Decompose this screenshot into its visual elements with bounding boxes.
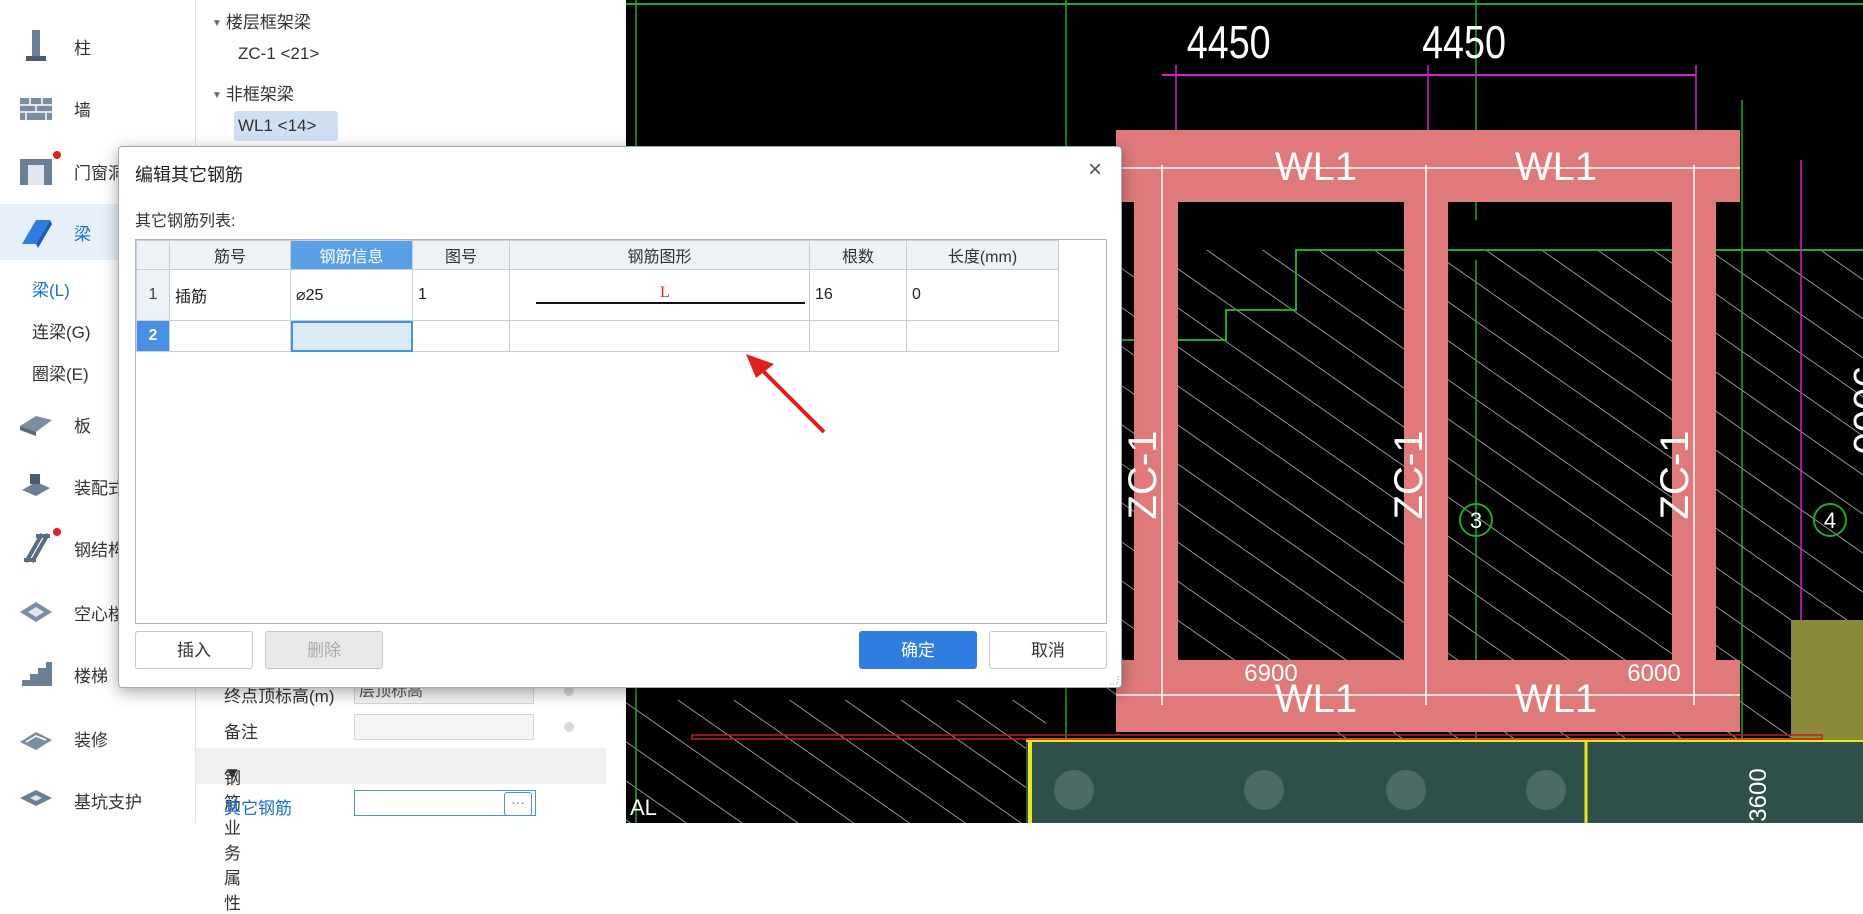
col-header-tuhao[interactable]: 图号: [412, 240, 510, 270]
cell-shape[interactable]: [509, 320, 810, 352]
table-row[interactable]: 2: [136, 320, 1059, 352]
sidebar-item-decoration[interactable]: 装修: [0, 710, 195, 766]
rebar-shape-line: [536, 302, 805, 304]
col-header-shape[interactable]: 钢筋图形: [509, 240, 810, 270]
sidebar-item-column[interactable]: 柱: [0, 18, 195, 74]
beam-icon: [22, 220, 52, 248]
axis-bubble-4: 4: [1824, 508, 1836, 533]
expand-triangle-icon[interactable]: ▼: [212, 18, 222, 29]
dim-bot-2: 6000: [1627, 660, 1680, 687]
rebar-grid: 筋号 钢筋信息 图号 钢筋图形 根数 长度(mm) 1 插筋 ⌀25 1 L 1…: [135, 239, 1107, 624]
table-row[interactable]: 1 插筋 ⌀25 1 L 16 0: [136, 269, 1059, 321]
axis-label-al: AL: [630, 795, 657, 820]
wall-icon: [20, 98, 52, 120]
col-header-jinhao[interactable]: 筋号: [169, 240, 291, 270]
prop-row-note: 备注: [196, 710, 606, 746]
row-number: 1: [136, 269, 170, 321]
axis-bubble-3: 3: [1470, 508, 1482, 533]
foundation-pit-icon: [20, 790, 52, 806]
decoration-icon: [20, 732, 52, 750]
sidebar-subitem-beam-l[interactable]: 梁(L): [32, 276, 70, 301]
slab-icon: [20, 416, 52, 436]
close-icon[interactable]: ×: [1083, 158, 1107, 183]
prefab-icon: [22, 474, 50, 496]
edit-other-rebar-dialog: 编辑其它钢筋 × 其它钢筋列表: 筋号 钢筋信息 图号 钢筋图形 根数 长度(m…: [118, 146, 1122, 688]
table-header-row: 筋号 钢筋信息 图号 钢筋图形 根数 长度(mm): [136, 240, 1059, 270]
cell-shape[interactable]: L: [509, 269, 810, 321]
insert-button[interactable]: 插入: [135, 631, 253, 669]
cell-info[interactable]: ⌀25: [290, 269, 413, 321]
prop-dot-icon: [564, 722, 574, 732]
sidebar-item-foundation-pit[interactable]: 基坑支护: [0, 772, 195, 828]
expand-triangle-icon[interactable]: ▼: [212, 90, 222, 101]
stairs-icon: [22, 662, 52, 686]
cell-jinhao[interactable]: 插筋: [169, 269, 291, 321]
sidebar-subitem-coupling-beam[interactable]: 连梁(G): [32, 318, 91, 343]
column-label-3: ZC-1: [1653, 431, 1697, 520]
col-header-length[interactable]: 长度(mm): [906, 240, 1059, 270]
cell-info-active[interactable]: [290, 320, 413, 352]
beam-label-top-2: WL1: [1515, 145, 1597, 189]
col-header-info[interactable]: 钢筋信息: [290, 240, 413, 270]
cancel-button[interactable]: 取消: [989, 631, 1107, 669]
ellipsis-button[interactable]: ···: [504, 792, 532, 816]
door-window-icon: [20, 159, 52, 185]
rebar-list-label: 其它钢筋列表:: [135, 213, 236, 230]
prop-row-other-rebar: 其它钢筋 ···: [196, 786, 606, 822]
beam-label-top-1: WL1: [1275, 145, 1357, 189]
dim-bot-1: 6900: [1244, 660, 1297, 687]
cell-jinhao[interactable]: [169, 320, 291, 352]
dim-top-1: 4450: [1187, 16, 1271, 67]
tree-group-floor-frame-beam[interactable]: ▼ 楼层框架梁: [212, 8, 311, 33]
shape-label: L: [660, 284, 670, 301]
resize-grip-icon[interactable]: [1107, 673, 1119, 685]
sidebar-subitem-ring-beam[interactable]: 圈梁(E): [32, 360, 89, 385]
rebar-table: 筋号 钢筋信息 图号 钢筋图形 根数 长度(mm) 1 插筋 ⌀25 1 L 1…: [136, 240, 1059, 352]
delete-button[interactable]: 删除: [265, 631, 383, 669]
hollow-floor-icon: [20, 602, 52, 622]
prop-section-rebar[interactable]: ▼ 钢筋业务属性: [196, 748, 606, 913]
dim-right: 9000: [1845, 366, 1863, 455]
cell-tuhao[interactable]: 1: [412, 269, 510, 321]
col-header-count[interactable]: 根数: [809, 240, 907, 270]
column-label-1: ZC-1: [1121, 431, 1165, 520]
steel-structure-icon: [24, 533, 50, 563]
dialog-title: 编辑其它钢筋: [135, 165, 243, 185]
tree-group-non-frame-beam[interactable]: ▼ 非框架梁: [212, 80, 294, 105]
column-icon: [26, 30, 46, 61]
row-number: 2: [136, 320, 170, 352]
dim-top-2: 4450: [1422, 16, 1506, 67]
beam-label-bot-2: WL1: [1515, 677, 1597, 721]
dim-right-bottom: 3600: [1745, 768, 1772, 821]
cell-length[interactable]: [906, 320, 1059, 352]
cell-tuhao[interactable]: [412, 320, 510, 352]
cell-length[interactable]: 0: [906, 269, 1059, 321]
cell-count[interactable]: 16: [809, 269, 907, 321]
sidebar-item-wall[interactable]: 墙: [0, 80, 195, 136]
note-field[interactable]: [354, 714, 534, 740]
column-label-2: ZC-1: [1387, 431, 1431, 520]
cell-count[interactable]: [809, 320, 907, 352]
tree-item-zc1[interactable]: ZC-1 <21>: [238, 44, 319, 64]
row-number-header: [136, 240, 170, 270]
ok-button[interactable]: 确定: [859, 631, 977, 669]
tree-item-wl1[interactable]: WL1 <14>: [238, 116, 316, 136]
